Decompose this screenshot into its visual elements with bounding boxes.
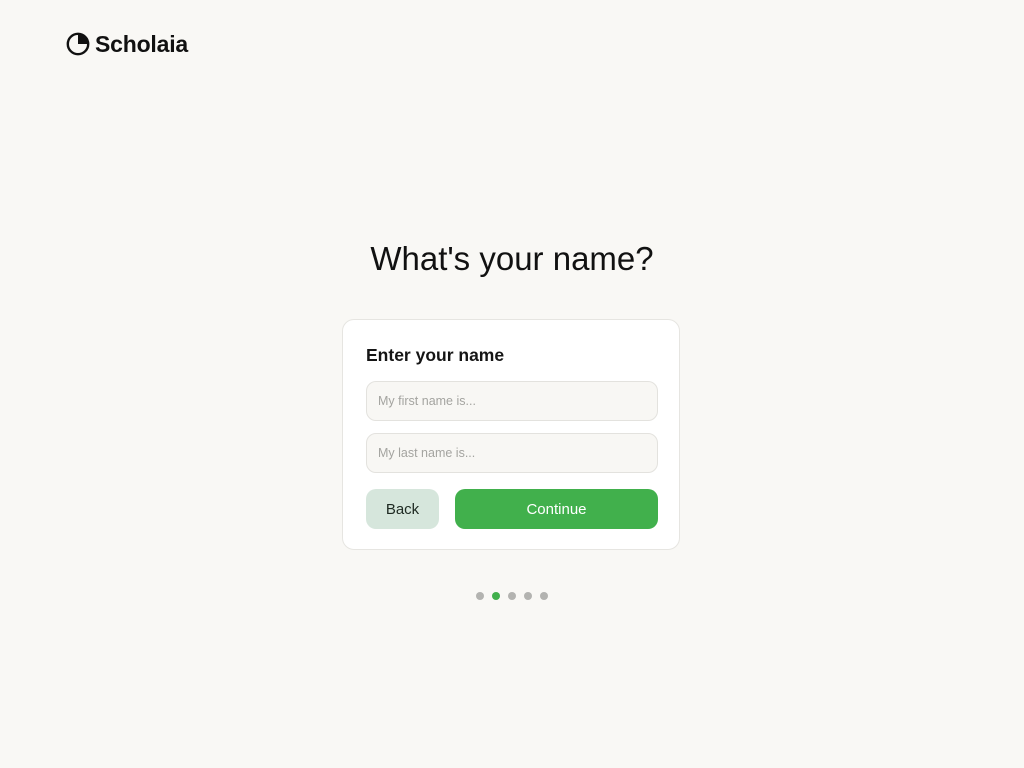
- step-dot-1: [476, 592, 484, 600]
- step-dot-3: [508, 592, 516, 600]
- step-dot-5: [540, 592, 548, 600]
- page-title: What's your name?: [370, 240, 654, 277]
- form-title: Enter your name: [366, 345, 505, 365]
- step-indicator: [0, 592, 1024, 600]
- brand-logo[interactable]: Scholaia: [66, 31, 188, 57]
- name-form-card: Enter your name Back Continue: [342, 319, 680, 550]
- first-name-input[interactable]: [366, 381, 658, 421]
- onboarding-page: Scholaia What's your name? Enter your na…: [0, 0, 1024, 768]
- back-button[interactable]: Back: [366, 489, 439, 529]
- step-dot-4: [524, 592, 532, 600]
- continue-button[interactable]: Continue: [455, 489, 658, 529]
- step-dot-2: [492, 592, 500, 600]
- pie-chart-logo-icon: [66, 32, 90, 56]
- brand-name: Scholaia: [95, 31, 188, 57]
- last-name-input[interactable]: [366, 433, 658, 473]
